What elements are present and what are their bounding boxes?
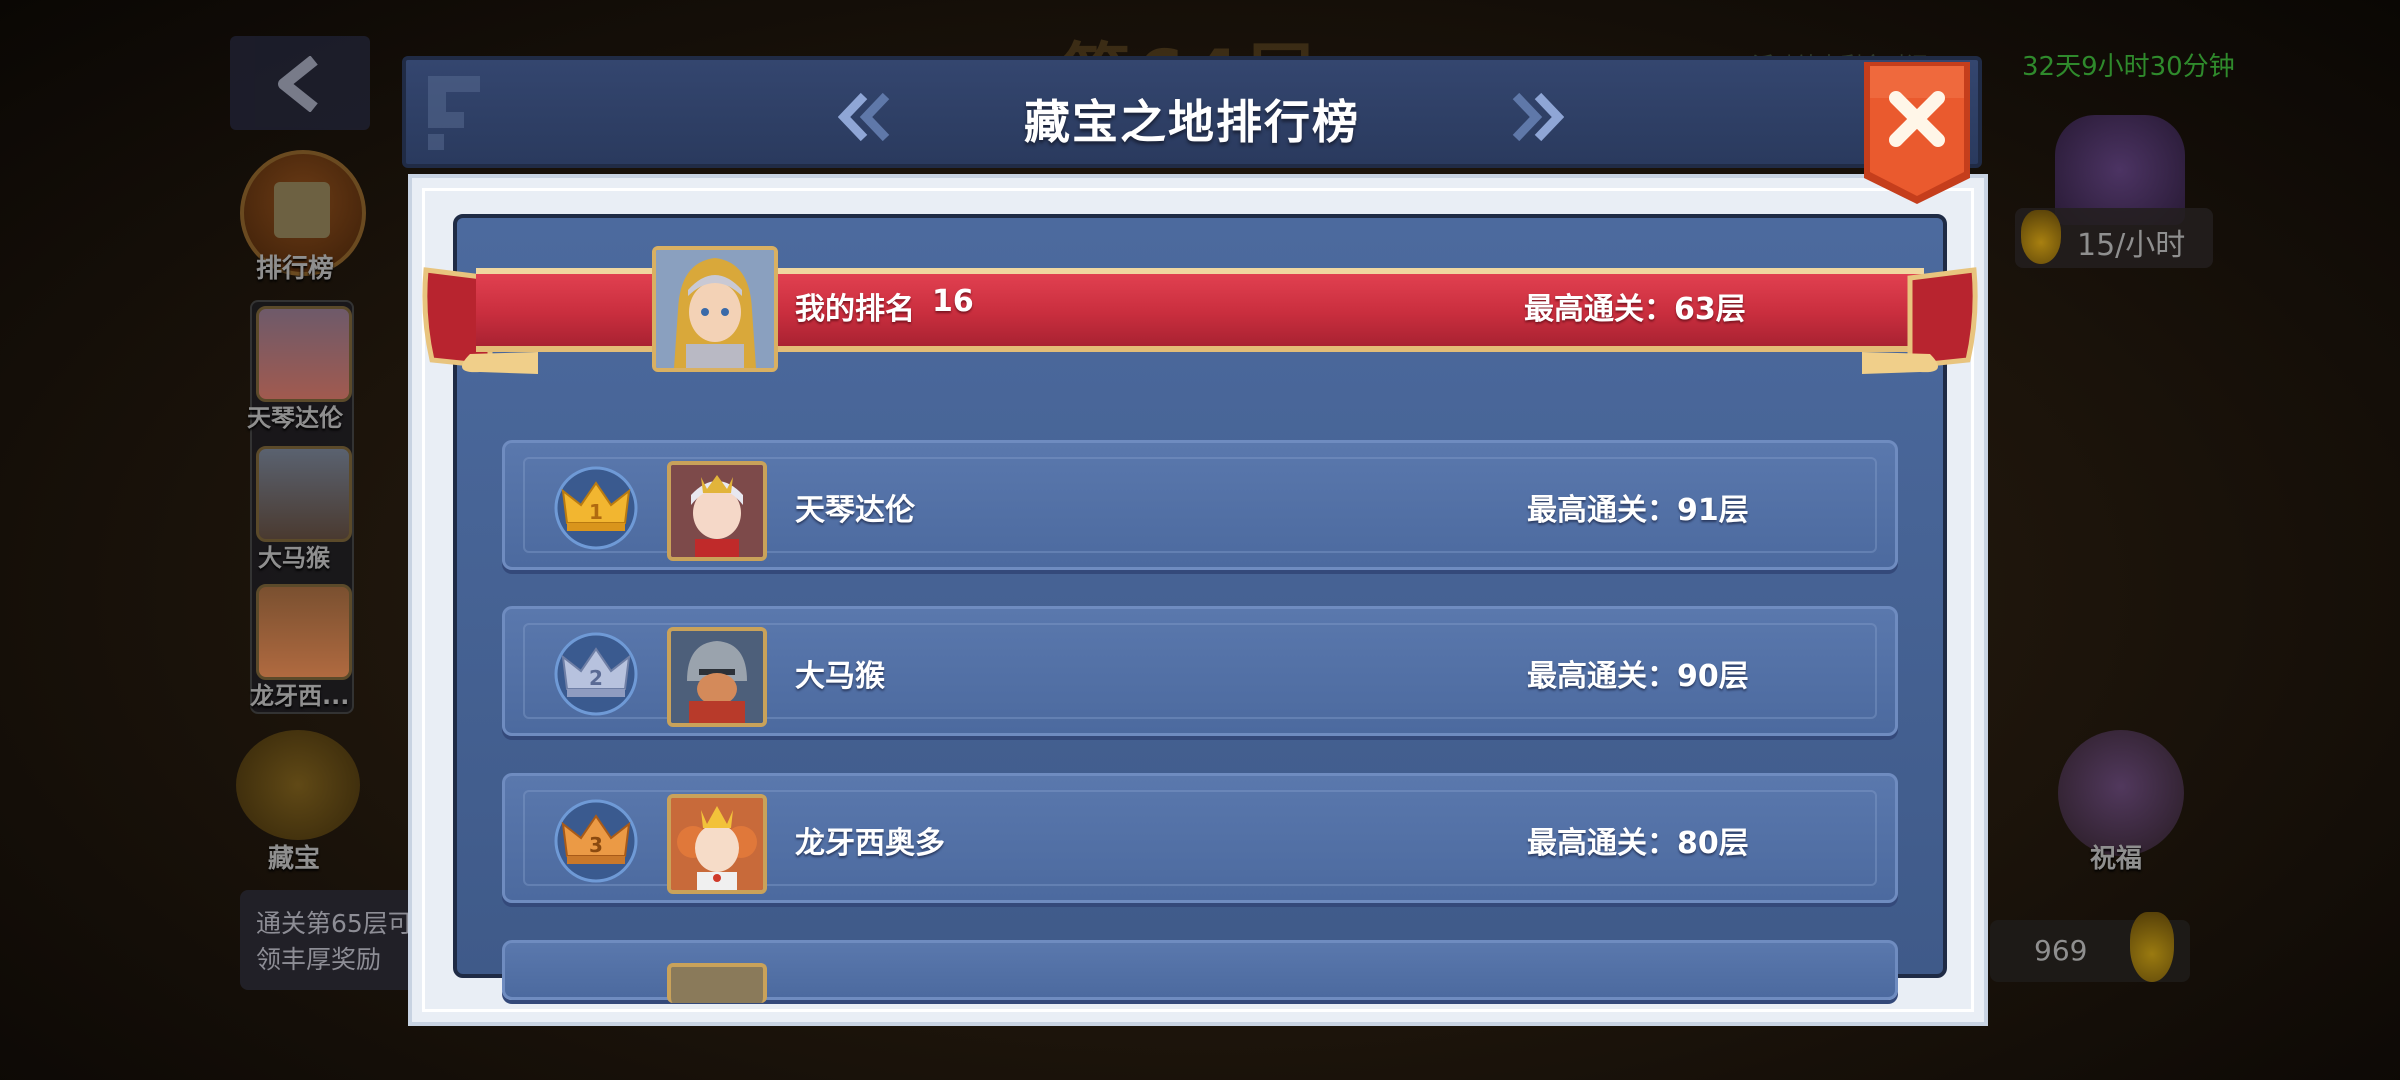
silver-crown-icon: 2 (554, 632, 638, 716)
close-icon (1864, 62, 1970, 204)
leaderboard-row-partial[interactable] (502, 940, 1898, 1003)
leaderboard-row[interactable]: 1 天琴达伦 最高通关：91层 (502, 440, 1898, 570)
svg-text:1: 1 (589, 500, 603, 524)
treasure-label: 藏宝 (268, 844, 321, 874)
ribbon-right-end (1862, 267, 1978, 374)
modal-header: 藏宝之地排行榜 (402, 56, 1982, 168)
side-name-2: 大马猴 (258, 544, 330, 572)
next-page-icon[interactable] (1508, 92, 1564, 142)
side-avatar-3[interactable] (256, 584, 352, 680)
player-avatar[interactable] (667, 794, 767, 894)
side-name-3: 龙牙西... (250, 682, 350, 710)
back-button[interactable] (230, 36, 370, 130)
side-name-1: 天琴达伦 (247, 404, 343, 432)
player-name: 大马猴 (795, 659, 885, 694)
potion-icon (2130, 912, 2174, 982)
rate-text: 15/小时 (2077, 228, 2186, 263)
gold-crown-icon: 1 (554, 466, 638, 550)
side-avatar-2[interactable] (256, 446, 352, 542)
player-avatar[interactable] (667, 461, 767, 561)
svg-text:2: 2 (589, 666, 603, 690)
player-best-floor: 最高通关：90层 (1527, 659, 1749, 694)
potion-count-box: 969 (1990, 912, 2190, 982)
player-best-floor: 最高通关：80层 (1527, 826, 1749, 861)
side-avatar-1[interactable] (256, 306, 352, 402)
my-rank-label: 我的排名 (795, 292, 915, 327)
ranking-label: 排行榜 (256, 254, 335, 284)
bronze-crown-icon: 3 (554, 799, 638, 883)
my-rank-number: 16 (932, 284, 974, 319)
hero-portrait (671, 465, 763, 557)
svg-text:3: 3 (589, 833, 603, 857)
hero-portrait (656, 250, 774, 368)
player-name: 龙牙西奥多 (795, 826, 945, 861)
potion-count: 969 (2034, 934, 2088, 967)
hint-text: 通关第65层可领丰厚奖励 (256, 909, 413, 974)
player-name: 天琴达伦 (795, 493, 915, 528)
close-button[interactable] (1860, 58, 1974, 206)
chevron-left-icon (278, 56, 318, 112)
event-timer: 32天9小时30分钟 (2022, 52, 2235, 82)
player-avatar[interactable] (667, 627, 767, 727)
hero-portrait (671, 631, 763, 723)
rate-box: 15/小时 (2015, 208, 2213, 268)
player-avatar (667, 963, 767, 1003)
my-best-floor: 最高通关：63层 (1524, 292, 1746, 327)
potion-icon (2021, 210, 2061, 264)
my-avatar[interactable] (652, 246, 778, 372)
leaderboard-row[interactable]: 2 大马猴 最高通关：90层 (502, 606, 1898, 736)
player-best-floor: 最高通关：91层 (1527, 493, 1749, 528)
treasure-button[interactable] (236, 730, 360, 840)
hero-portrait (671, 798, 763, 890)
blessing-label: 祝福 (2090, 844, 2143, 874)
leaderboard-row[interactable]: 3 龙牙西奥多 最高通关：80层 (502, 773, 1898, 903)
modal-title: 藏宝之地排行榜 (1024, 95, 1360, 149)
ranking-icon (274, 182, 330, 238)
